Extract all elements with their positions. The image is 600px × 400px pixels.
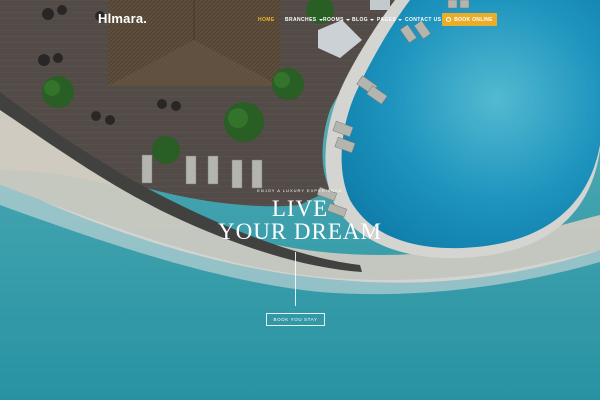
nav-item-label: BRANCHES	[285, 17, 317, 23]
nav-item-label: BLOG	[352, 17, 369, 23]
chevron-down-icon	[345, 19, 350, 21]
nav-item-branches[interactable]: BRANCHES	[285, 17, 323, 23]
chevron-down-icon	[370, 19, 375, 21]
nav-item-label: PAGES	[377, 17, 397, 23]
book-stay-label: BOOK YOU STAY	[273, 317, 318, 322]
book-online-button[interactable]: BOOK ONLINE	[442, 13, 497, 26]
nav-item-home[interactable]: HOME	[258, 17, 275, 23]
site-logo[interactable]: Hlmara.	[98, 11, 147, 26]
hero-title-line2: YOUR DREAM	[218, 219, 382, 244]
book-stay-button[interactable]: BOOK YOU STAY	[266, 313, 325, 326]
hero-subtitle: ENJOY A LUXURY EXPERIENCE	[257, 188, 343, 193]
nav-item-pages[interactable]: PAGES	[377, 17, 403, 23]
chevron-down-icon	[398, 19, 403, 21]
book-online-label: BOOK ONLINE	[454, 16, 493, 23]
bell-icon	[446, 17, 452, 22]
nav-item-label: ROOMS	[323, 17, 344, 23]
chevron-down-icon	[318, 19, 323, 21]
hero-divider-line	[295, 252, 296, 306]
nav-item-blog[interactable]: BLOG	[352, 17, 375, 23]
hero-title-line1: LIVE	[271, 196, 329, 221]
nav-item-contact[interactable]: CONTACT US	[405, 17, 441, 23]
site-header: Hlmara. HOME BRANCHES ROOMS BLOG PAGES C…	[0, 0, 600, 40]
nav-item-rooms[interactable]: ROOMS	[323, 17, 350, 23]
